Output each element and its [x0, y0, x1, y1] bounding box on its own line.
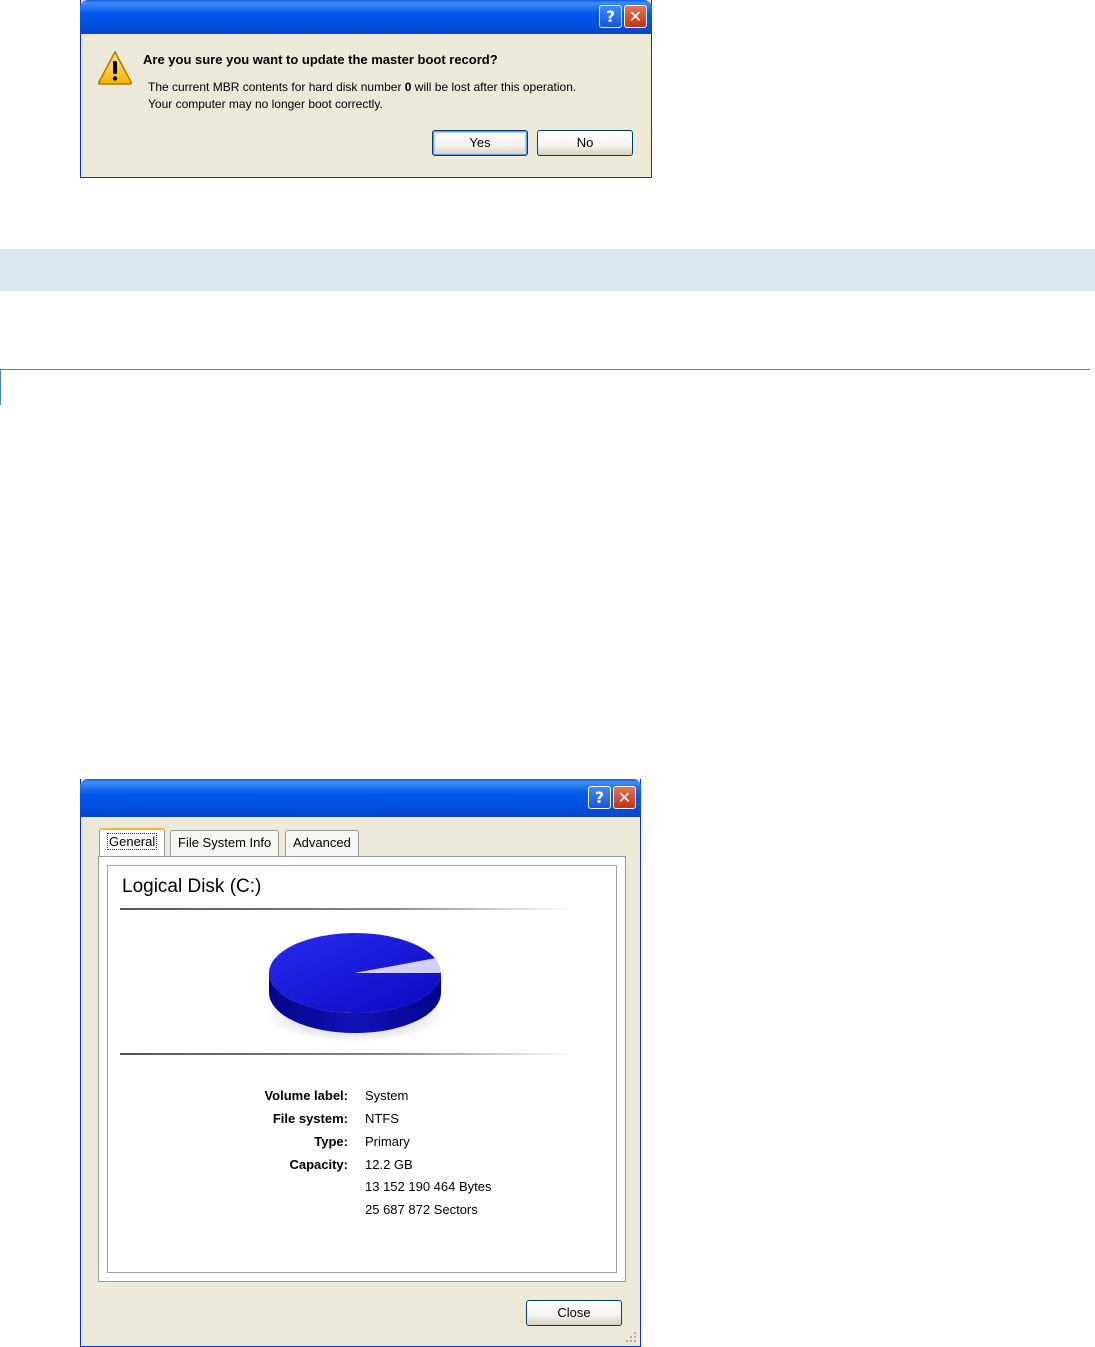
yes-button[interactable]: Yes	[432, 130, 528, 156]
help-button[interactable]: ?	[588, 786, 611, 809]
type-value: Primary	[365, 1134, 410, 1149]
pie-separator	[120, 1053, 572, 1055]
dialog-question: Are you sure you want to update the mast…	[143, 52, 498, 67]
section-band	[0, 249, 1095, 291]
tab-label: Advanced	[293, 835, 351, 850]
tab-advanced[interactable]: Advanced	[285, 830, 359, 856]
warning-icon	[97, 50, 133, 85]
volume-label-label: Volume label:	[264, 1088, 348, 1103]
file-system-value: NTFS	[365, 1111, 399, 1126]
dialog-message-line2: Your computer may no longer boot correct…	[148, 97, 383, 111]
disk-properties-dialog: ? ✕ General File System Info Advanced Lo…	[80, 779, 641, 1347]
help-icon: ?	[605, 7, 616, 26]
disk-usage-pie-chart	[265, 933, 445, 1042]
message-text: will be lost after this operation.	[411, 80, 577, 94]
mbr-confirm-dialog: ? ✕ Are you sure you want to update the …	[80, 0, 652, 178]
capacity-label: Capacity:	[289, 1157, 348, 1172]
close-icon: ✕	[617, 788, 632, 807]
close-icon: ✕	[628, 7, 643, 26]
capacity-bytes-value: 13 152 190 464 Bytes	[365, 1179, 492, 1194]
tab-general[interactable]: General	[99, 828, 166, 856]
dialog-message-line1: The current MBR contents for hard disk n…	[148, 80, 576, 94]
close-button[interactable]: ✕	[613, 786, 636, 809]
volume-label-value: System	[365, 1088, 409, 1103]
close-dialog-button[interactable]: Close	[526, 1300, 622, 1326]
rule-tick	[0, 369, 1, 405]
help-button[interactable]: ?	[599, 5, 622, 28]
tab-label: General	[107, 833, 158, 850]
no-button[interactable]: No	[537, 130, 633, 156]
resize-grip-icon[interactable]	[625, 1331, 637, 1343]
disk-info-frame: Logical Disk (C:) Volume label: System F…	[107, 865, 617, 1273]
type-label: Type:	[314, 1134, 348, 1149]
help-icon: ?	[594, 788, 605, 807]
general-tab-panel: Logical Disk (C:) Volume label: System F…	[98, 856, 626, 1282]
close-button[interactable]: ✕	[624, 5, 647, 28]
horizontal-rule	[0, 369, 1090, 370]
title-separator	[120, 908, 572, 910]
message-text: The current MBR contents for hard disk n…	[148, 80, 405, 94]
tab-file-system-info[interactable]: File System Info	[170, 830, 280, 856]
properties-dialog-titlebar[interactable]: ? ✕	[80, 779, 641, 817]
file-system-label: File system:	[272, 1111, 348, 1126]
tab-label: File System Info	[178, 835, 272, 850]
capacity-sectors-value: 25 687 872 Sectors	[365, 1202, 478, 1217]
mbr-dialog-titlebar[interactable]: ? ✕	[80, 0, 652, 34]
disk-title: Logical Disk (C:)	[122, 876, 262, 897]
capacity-value: 12.2 GB	[365, 1157, 413, 1172]
